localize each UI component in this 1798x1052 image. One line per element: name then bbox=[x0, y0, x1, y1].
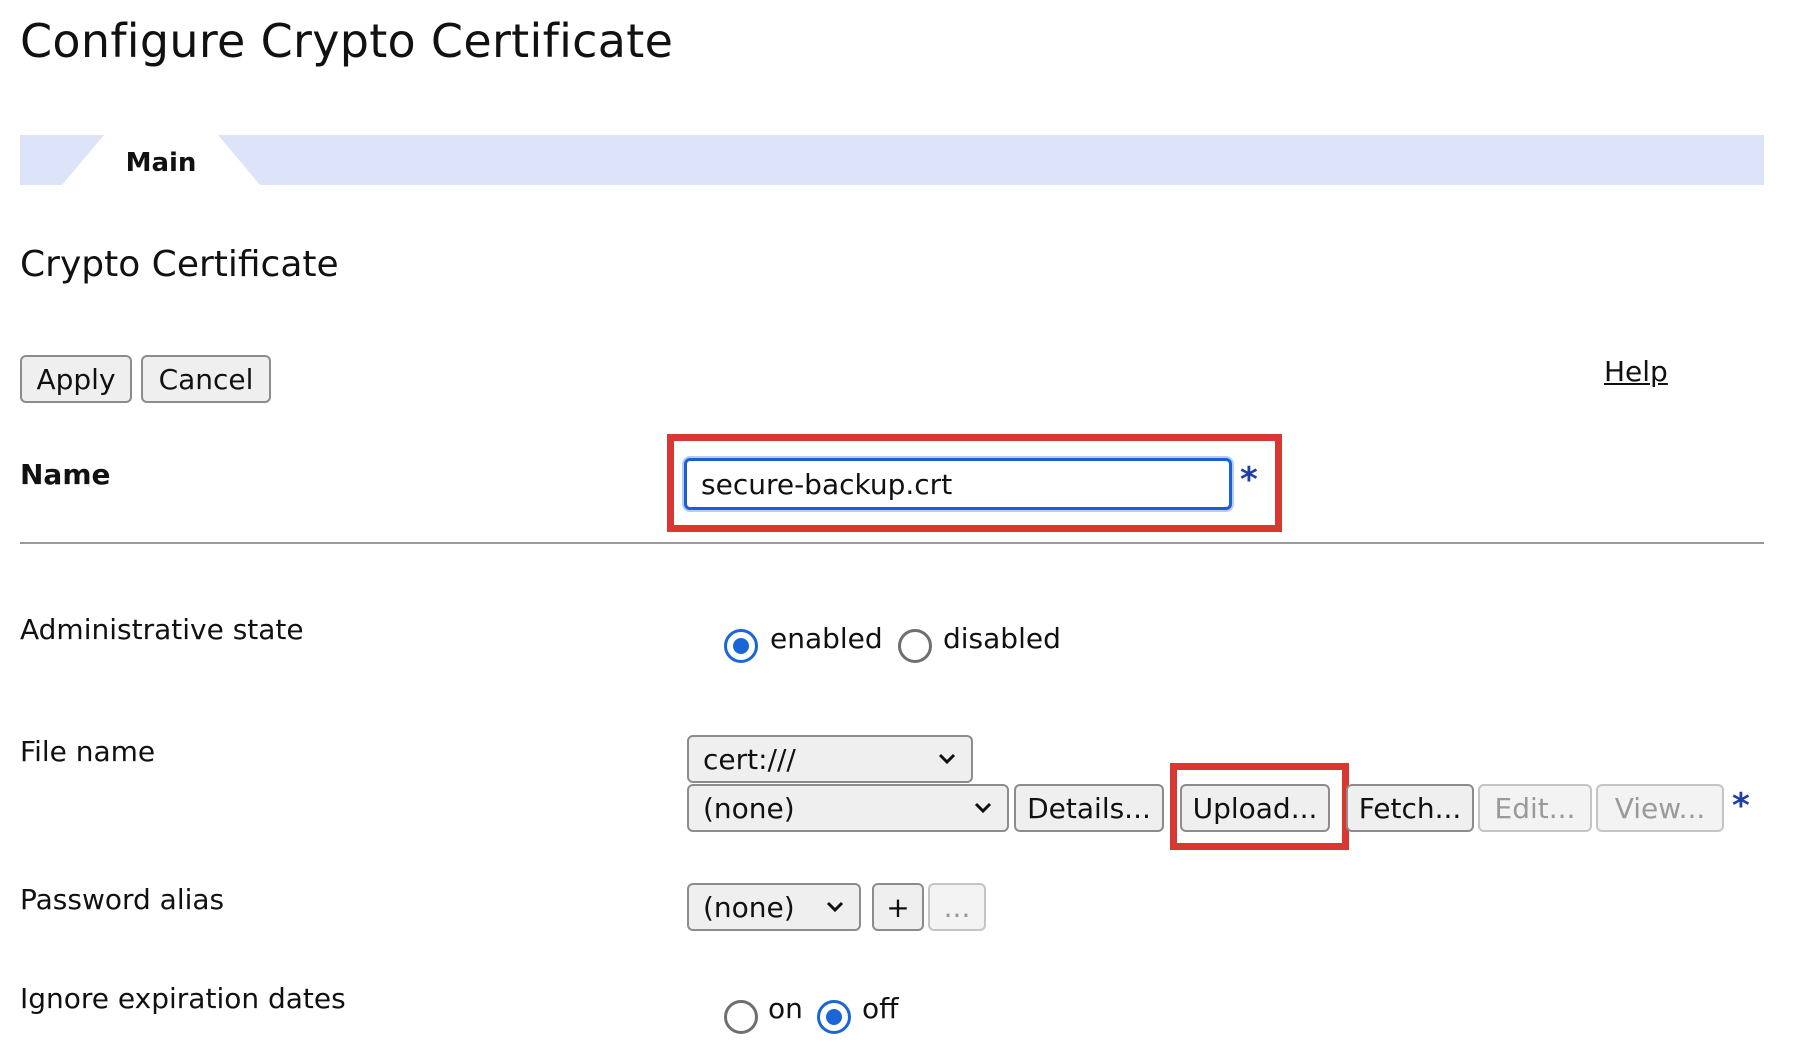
ignore-expiration-on-radio[interactable] bbox=[724, 1000, 758, 1034]
divider bbox=[20, 542, 1764, 544]
chevron-down-icon bbox=[974, 802, 992, 814]
name-label: Name bbox=[20, 458, 111, 491]
file-select[interactable]: (none) bbox=[687, 784, 1009, 832]
password-alias-select[interactable]: (none) bbox=[687, 883, 861, 931]
file-directory-value: cert:/// bbox=[703, 742, 796, 776]
name-required-marker: * bbox=[1240, 460, 1258, 500]
details-button[interactable]: Details... bbox=[1014, 784, 1164, 832]
chevron-down-icon bbox=[938, 753, 956, 765]
admin-state-label: Administrative state bbox=[20, 613, 304, 646]
help-link[interactable]: Help bbox=[1604, 355, 1668, 388]
name-input[interactable] bbox=[684, 458, 1232, 510]
file-required-marker: * bbox=[1732, 786, 1750, 826]
password-alias-value: (none) bbox=[703, 890, 795, 924]
tab-main[interactable]: Main bbox=[62, 135, 260, 185]
edit-button: Edit... bbox=[1478, 784, 1592, 832]
upload-highlight-box bbox=[1170, 763, 1349, 850]
admin-state-disabled-radio[interactable] bbox=[898, 629, 932, 663]
apply-button[interactable]: Apply bbox=[20, 355, 132, 403]
password-alias-label: Password alias bbox=[20, 883, 225, 916]
file-directory-select[interactable]: cert:/// bbox=[687, 735, 973, 783]
file-select-value: (none) bbox=[703, 791, 795, 825]
cancel-button[interactable]: Cancel bbox=[141, 355, 271, 403]
ignore-expiration-on-label: on bbox=[768, 992, 803, 1025]
admin-state-disabled-label: disabled bbox=[943, 622, 1061, 655]
ignore-expiration-label: Ignore expiration dates bbox=[20, 982, 346, 1015]
password-alias-more-button: ... bbox=[928, 883, 986, 931]
tab-bar bbox=[20, 135, 1764, 185]
tab-main-label: Main bbox=[125, 148, 197, 178]
file-name-label: File name bbox=[20, 735, 156, 768]
admin-state-enabled-radio[interactable] bbox=[724, 629, 758, 663]
fetch-button[interactable]: Fetch... bbox=[1346, 784, 1474, 832]
add-password-alias-button[interactable]: + bbox=[872, 883, 924, 931]
section-title: Crypto Certificate bbox=[20, 244, 339, 285]
ignore-expiration-off-label: off bbox=[862, 992, 899, 1025]
chevron-down-icon bbox=[826, 901, 844, 913]
page-title: Configure Crypto Certificate bbox=[20, 14, 674, 68]
admin-state-enabled-label: enabled bbox=[770, 622, 883, 655]
view-button: View... bbox=[1596, 784, 1724, 832]
ignore-expiration-off-radio[interactable] bbox=[817, 1000, 851, 1034]
